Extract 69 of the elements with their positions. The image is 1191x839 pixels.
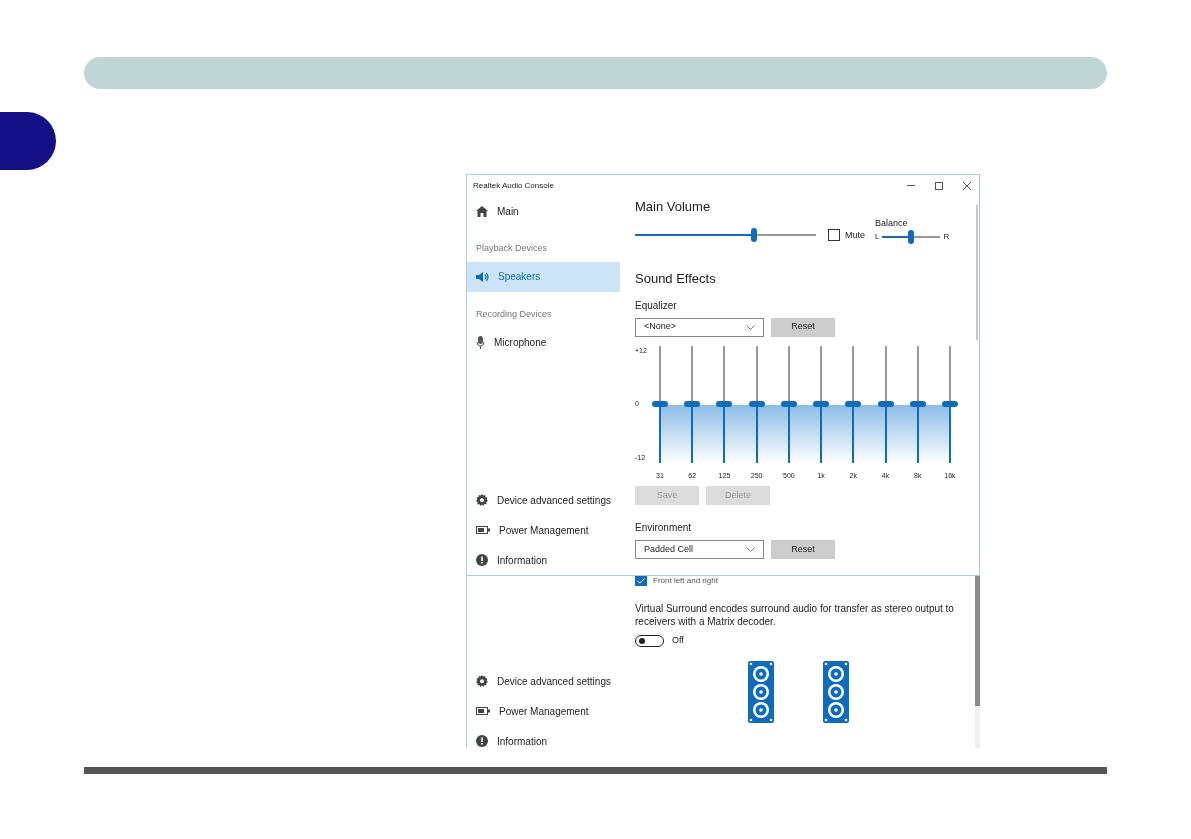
eq-slider-thumb[interactable] [748, 401, 765, 407]
maximize-icon[interactable] [935, 181, 943, 190]
eq-slider-track[interactable] [813, 345, 830, 463]
equalizer-label: Equalizer [635, 298, 678, 313]
eq-slider-track[interactable] [748, 345, 765, 463]
slider-track[interactable] [882, 230, 941, 244]
sidebar-item[interactable]: Information [467, 726, 620, 748]
section-header: Playback Devices [475, 242, 549, 255]
checkbox[interactable] [828, 229, 840, 242]
eq-slider-track[interactable] [877, 345, 894, 463]
chevron-down-icon [746, 547, 755, 552]
home-icon [476, 205, 488, 217]
battery-icon [476, 707, 490, 715]
eq-slider-thumb[interactable] [941, 401, 958, 407]
eq-slider-thumb[interactable] [909, 401, 926, 407]
toggle-label: Off [672, 634, 684, 647]
slider-thumb[interactable] [908, 230, 915, 244]
eq-slider-track[interactable] [652, 345, 668, 463]
slider-track[interactable] [635, 228, 816, 242]
sidebar-item[interactable]: Device advanced settings [467, 666, 620, 696]
sidebar-item[interactable]: Device advanced settings [467, 485, 620, 515]
sidebar-item[interactable]: Power Management [467, 696, 620, 726]
settings-icon [476, 494, 488, 506]
section-title: Main Volume [635, 198, 712, 216]
description-text: Virtual Surround encodes surround audio for transfer as stereo output to receivers with a Matrix decoder. [635, 602, 955, 628]
speaker-drawing [823, 660, 849, 723]
eq-slider-thumb[interactable] [684, 401, 701, 407]
button[interactable]: Reset [771, 317, 835, 337]
eq-slider-track[interactable] [909, 345, 926, 463]
check-icon [637, 578, 645, 584]
eq-slider-thumb[interactable] [813, 401, 830, 407]
microphone-icon [476, 335, 485, 349]
checkbox-label: Mute [845, 228, 865, 242]
eq-slider-track[interactable] [684, 345, 701, 463]
chevron-down-icon [746, 324, 755, 330]
sidebar-item[interactable]: Microphone [467, 327, 620, 357]
eq-slider-track[interactable] [780, 345, 797, 463]
battery-icon [476, 526, 490, 534]
dropdown[interactable]: <None> [635, 317, 764, 337]
sidebar-item[interactable]: Power Management [467, 515, 620, 545]
eq-slider-track[interactable] [845, 345, 862, 463]
eq-slider-thumb[interactable] [877, 401, 894, 407]
eq-slider-thumb[interactable] [652, 401, 668, 407]
eq-slider-track[interactable] [716, 345, 733, 463]
eq-slider-thumb[interactable] [845, 401, 862, 407]
eq-slider-thumb[interactable] [780, 401, 797, 407]
checkbox[interactable] [635, 576, 647, 586]
window-title: Realtek Audio Console [473, 179, 554, 192]
close-icon[interactable] [963, 181, 971, 190]
speaker-drawing [748, 660, 774, 723]
button[interactable]: Reset [771, 540, 835, 559]
speaker-icon [476, 271, 489, 282]
checkbox-label: Front left and right [653, 576, 718, 586]
eq-slider-thumb[interactable] [716, 401, 733, 407]
left-label: L [875, 231, 880, 243]
right-label: R [943, 231, 950, 243]
section-title: Sound Effects [635, 270, 717, 288]
sidebar-item[interactable]: Main [467, 196, 620, 226]
sidebar-item[interactable]: Speakers [467, 261, 620, 292]
slider-thumb[interactable] [751, 228, 758, 242]
sidebar-item[interactable]: Information [467, 545, 620, 575]
eq-slider-track[interactable] [941, 345, 958, 463]
environment-label: Environment [635, 521, 693, 535]
info-icon [476, 554, 488, 566]
settings-icon [476, 675, 488, 687]
section-header: Recording Devices [475, 307, 553, 321]
balance-label: Balance [875, 216, 909, 230]
scrollbar[interactable] [976, 205, 978, 340]
dropdown[interactable]: Padded Cell [635, 540, 764, 559]
